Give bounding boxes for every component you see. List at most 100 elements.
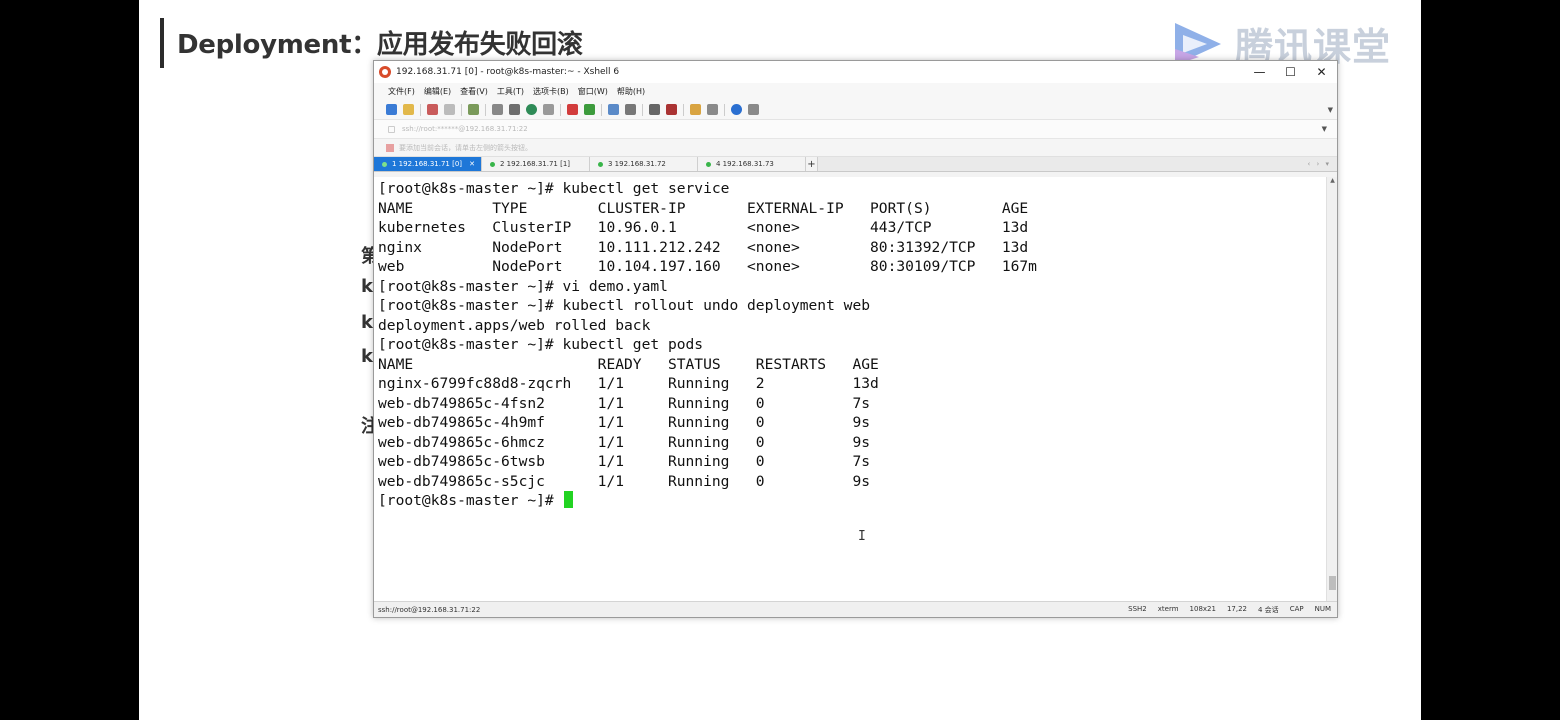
toolbar-divider — [642, 103, 643, 116]
toolbar-divider — [461, 103, 462, 116]
session-tab-3[interactable]: 3 192.168.31.72 — [590, 157, 698, 171]
search-icon[interactable] — [492, 104, 503, 115]
terminal-line: web-db749865c-6hmcz 1/1 Running 0 9s — [378, 433, 871, 451]
tab-label: 3 192.168.31.72 — [608, 160, 666, 168]
terminal-line: nginx-6799fc88d8-zqcrh 1/1 Running 2 13d — [378, 375, 879, 392]
layout-icon[interactable] — [707, 104, 718, 115]
terminal-scrollbar[interactable]: ▲ — [1326, 177, 1337, 602]
terminal-line: web-db749865c-4h9mf 1/1 Running 0 9s — [378, 414, 871, 431]
terminal-prompt: [root@k8s-master ~]# — [378, 492, 563, 509]
status-sessions: 4 会话 — [1258, 605, 1279, 614]
terminal-line: [root@k8s-master ~]# vi demo.yaml — [378, 277, 668, 295]
scrollbar-thumb[interactable] — [1329, 576, 1336, 590]
toolbar-divider — [601, 103, 602, 116]
tab-label: 1 192.168.31.71 [0] — [392, 160, 463, 168]
info-text: 要添加当前会话，请单击左侧的箭头按钮。 — [399, 143, 532, 152]
connected-status-icon — [706, 161, 711, 167]
maximize-button[interactable]: ☐ — [1275, 61, 1306, 83]
xmanager-icon[interactable] — [584, 104, 595, 115]
script-icon[interactable] — [666, 104, 677, 115]
terminal-line: NAME TYPE CLUSTER-IP EXTERNAL-IP PORT(S)… — [378, 199, 1029, 217]
session-tab-1[interactable]: 1 192.168.31.71 [0] ✕ — [374, 157, 482, 171]
terminal-line: nginx NodePort 10.111.212.242 <none> 80:… — [378, 238, 1029, 256]
terminal-line: [root@k8s-master ~]# kubectl get service — [378, 180, 730, 197]
fullscreen-icon[interactable] — [608, 104, 619, 115]
close-tab-icon[interactable]: ✕ — [469, 160, 475, 168]
status-term-type: xterm — [1157, 604, 1179, 613]
properties-icon[interactable] — [468, 104, 479, 115]
status-caps: CAP — [1289, 604, 1304, 613]
compose-icon[interactable] — [690, 104, 701, 115]
chat-icon[interactable] — [748, 104, 759, 115]
terminal-line: kubernetes ClusterIP 10.96.0.1 <none> 44… — [378, 219, 1029, 236]
tab-label: 2 192.168.31.71 [1] — [500, 160, 571, 168]
new-session-icon[interactable] — [386, 104, 397, 115]
status-size: 108x21 — [1189, 604, 1216, 613]
address-text: ssh://root:******@192.168.31.71:22 — [402, 125, 528, 133]
terminal-area[interactable]: [root@k8s-master ~]# kubectl get service… — [374, 177, 1327, 602]
window-titlebar[interactable]: 192.168.31.71 [0] - root@k8s-master:~ - … — [374, 61, 1337, 83]
terminal-cursor — [563, 491, 573, 508]
terminal-line: NAME READY STATUS RESTARTS AGE — [378, 355, 879, 373]
chevron-down-icon[interactable]: ▼ — [1322, 125, 1327, 133]
minimize-button[interactable]: — — [1244, 61, 1275, 83]
terminal-line: web-db749865c-s5cjc 1/1 Running 0 9s — [378, 472, 871, 490]
menu-file[interactable]: 文件(F) — [388, 86, 415, 97]
status-cursor-position: 17,22 — [1226, 604, 1247, 613]
window-controls: — ☐ ✕ — [1244, 61, 1337, 83]
session-tab-2[interactable]: 2 192.168.31.71 [1] — [482, 157, 590, 171]
address-bar[interactable]: ssh://root:******@192.168.31.71:22 ▼ — [374, 120, 1337, 139]
slide-title: Deployment：应用发布失败回滚 — [177, 30, 583, 60]
add-tab-button[interactable]: + — [806, 157, 818, 171]
address-lock-icon — [388, 125, 395, 133]
globe-icon[interactable] — [526, 104, 537, 115]
connected-status-icon — [598, 161, 603, 167]
disconnect-icon[interactable] — [444, 104, 455, 115]
session-tab-4[interactable]: 4 192.168.31.73 — [698, 157, 806, 171]
bg-glyph: k — [361, 312, 373, 333]
menu-window[interactable]: 窗口(W) — [578, 86, 608, 97]
keyboard-icon[interactable] — [649, 104, 660, 115]
terminal-prompt-line[interactable]: [root@k8s-master ~]# — [378, 491, 1327, 511]
copy-icon[interactable] — [509, 104, 520, 115]
menu-view[interactable]: 查看(V) — [460, 86, 488, 97]
mouse-ibeam-cursor: I — [858, 529, 866, 544]
status-num: NUM — [1314, 604, 1331, 613]
font-icon[interactable] — [543, 104, 554, 115]
xshell-app-icon — [379, 66, 391, 78]
toolbar-divider — [485, 103, 486, 116]
window-title: 192.168.31.71 [0] - root@k8s-master:~ - … — [396, 67, 620, 77]
help-icon[interactable] — [731, 104, 742, 115]
menu-edit[interactable]: 编辑(E) — [424, 86, 451, 97]
xftp-icon[interactable] — [567, 104, 578, 115]
menu-tools[interactable]: 工具(T) — [497, 86, 524, 97]
toolbar-overflow-icon[interactable]: ▼ — [1328, 106, 1333, 114]
toolbar-divider — [420, 103, 421, 116]
terminal-line: [root@k8s-master ~]# kubectl get pods — [378, 336, 704, 353]
xshell-window: 192.168.31.71 [0] - root@k8s-master:~ - … — [373, 60, 1338, 618]
scroll-up-icon[interactable]: ▲ — [1327, 177, 1338, 187]
menu-help[interactable]: 帮助(H) — [617, 86, 645, 97]
connected-status-icon — [382, 161, 387, 167]
reconnect-icon[interactable] — [427, 104, 438, 115]
bg-glyph: k — [361, 346, 373, 367]
menu-bar: 文件(F) 编辑(E) 查看(V) 工具(T) 选项卡(B) 窗口(W) 帮助(… — [374, 83, 1337, 100]
terminal-line: web-db749865c-6twsb 1/1 Running 0 7s — [378, 453, 871, 470]
terminal-line: web-db749865c-4fsn2 1/1 Running 0 7s — [378, 394, 871, 412]
connected-status-icon — [490, 161, 495, 167]
close-button[interactable]: ✕ — [1306, 61, 1337, 83]
toolbar: ▼ — [374, 100, 1337, 120]
info-bar: 要添加当前会话，请单击左侧的箭头按钮。 — [374, 139, 1337, 157]
status-protocol: SSH2 — [1128, 604, 1147, 613]
lock-icon[interactable] — [625, 104, 636, 115]
open-folder-icon[interactable] — [403, 104, 414, 115]
session-tab-bar: 1 192.168.31.71 [0] ✕ 2 192.168.31.71 [1… — [374, 157, 1337, 172]
terminal-line: web NodePort 10.104.197.160 <none> 80:30… — [378, 258, 1037, 275]
tab-navigation-arrows[interactable]: ‹ › ▾ — [1307, 160, 1331, 168]
toolbar-divider — [683, 103, 684, 116]
status-connection: ssh://root@192.168.31.71:22 — [378, 605, 481, 614]
toolbar-divider — [560, 103, 561, 116]
bookmark-icon[interactable] — [386, 143, 394, 152]
menu-tab[interactable]: 选项卡(B) — [533, 86, 569, 97]
terminal-line: deployment.apps/web rolled back — [378, 316, 651, 334]
